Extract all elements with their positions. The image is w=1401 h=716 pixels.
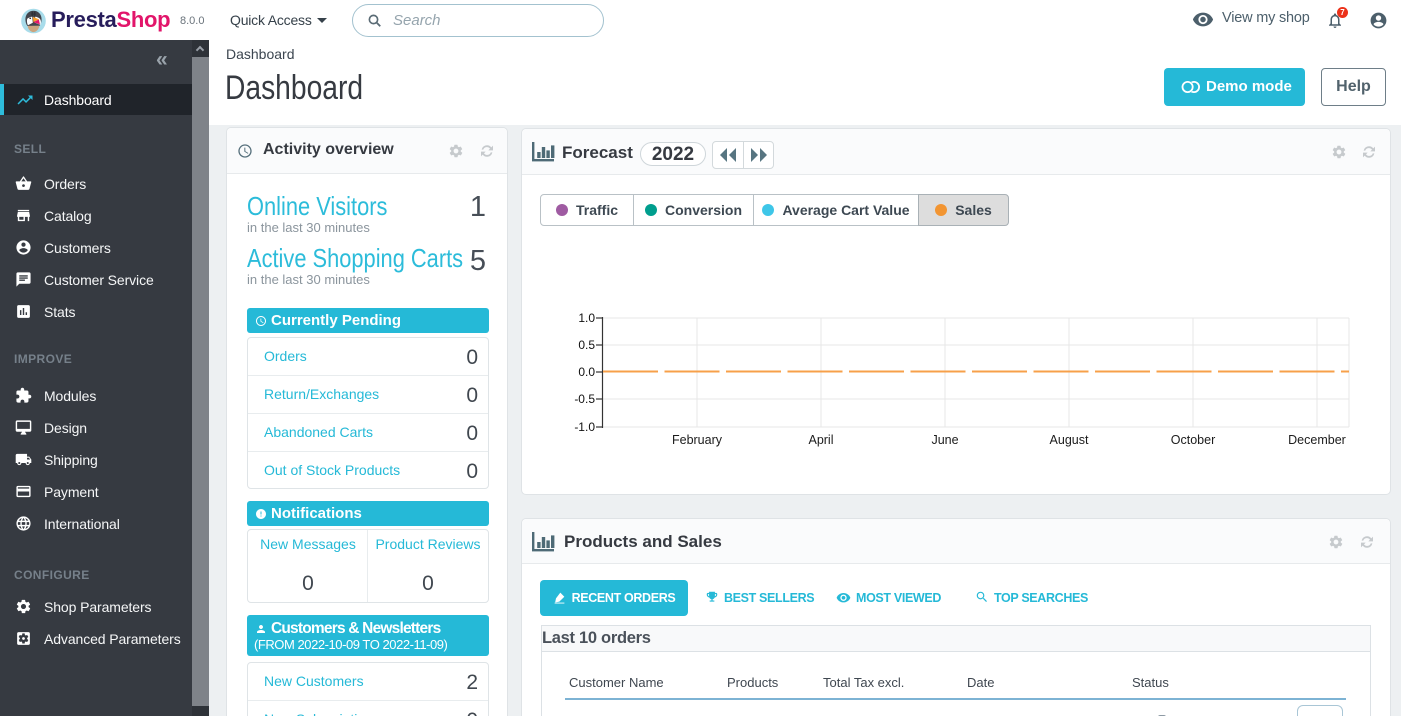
svg-text:0.5: 0.5 (578, 338, 595, 352)
svg-text:1.0: 1.0 (578, 311, 595, 325)
svg-text:0.0: 0.0 (578, 365, 595, 379)
svg-text:-0.5: -0.5 (574, 392, 595, 406)
svg-text:August: August (1050, 433, 1089, 447)
svg-text:-1.0: -1.0 (574, 420, 595, 434)
svg-text:October: October (1171, 433, 1215, 447)
svg-text:April: April (808, 433, 833, 447)
svg-text:February: February (672, 433, 723, 447)
svg-text:June: June (931, 433, 958, 447)
svg-text:December: December (1288, 433, 1346, 447)
